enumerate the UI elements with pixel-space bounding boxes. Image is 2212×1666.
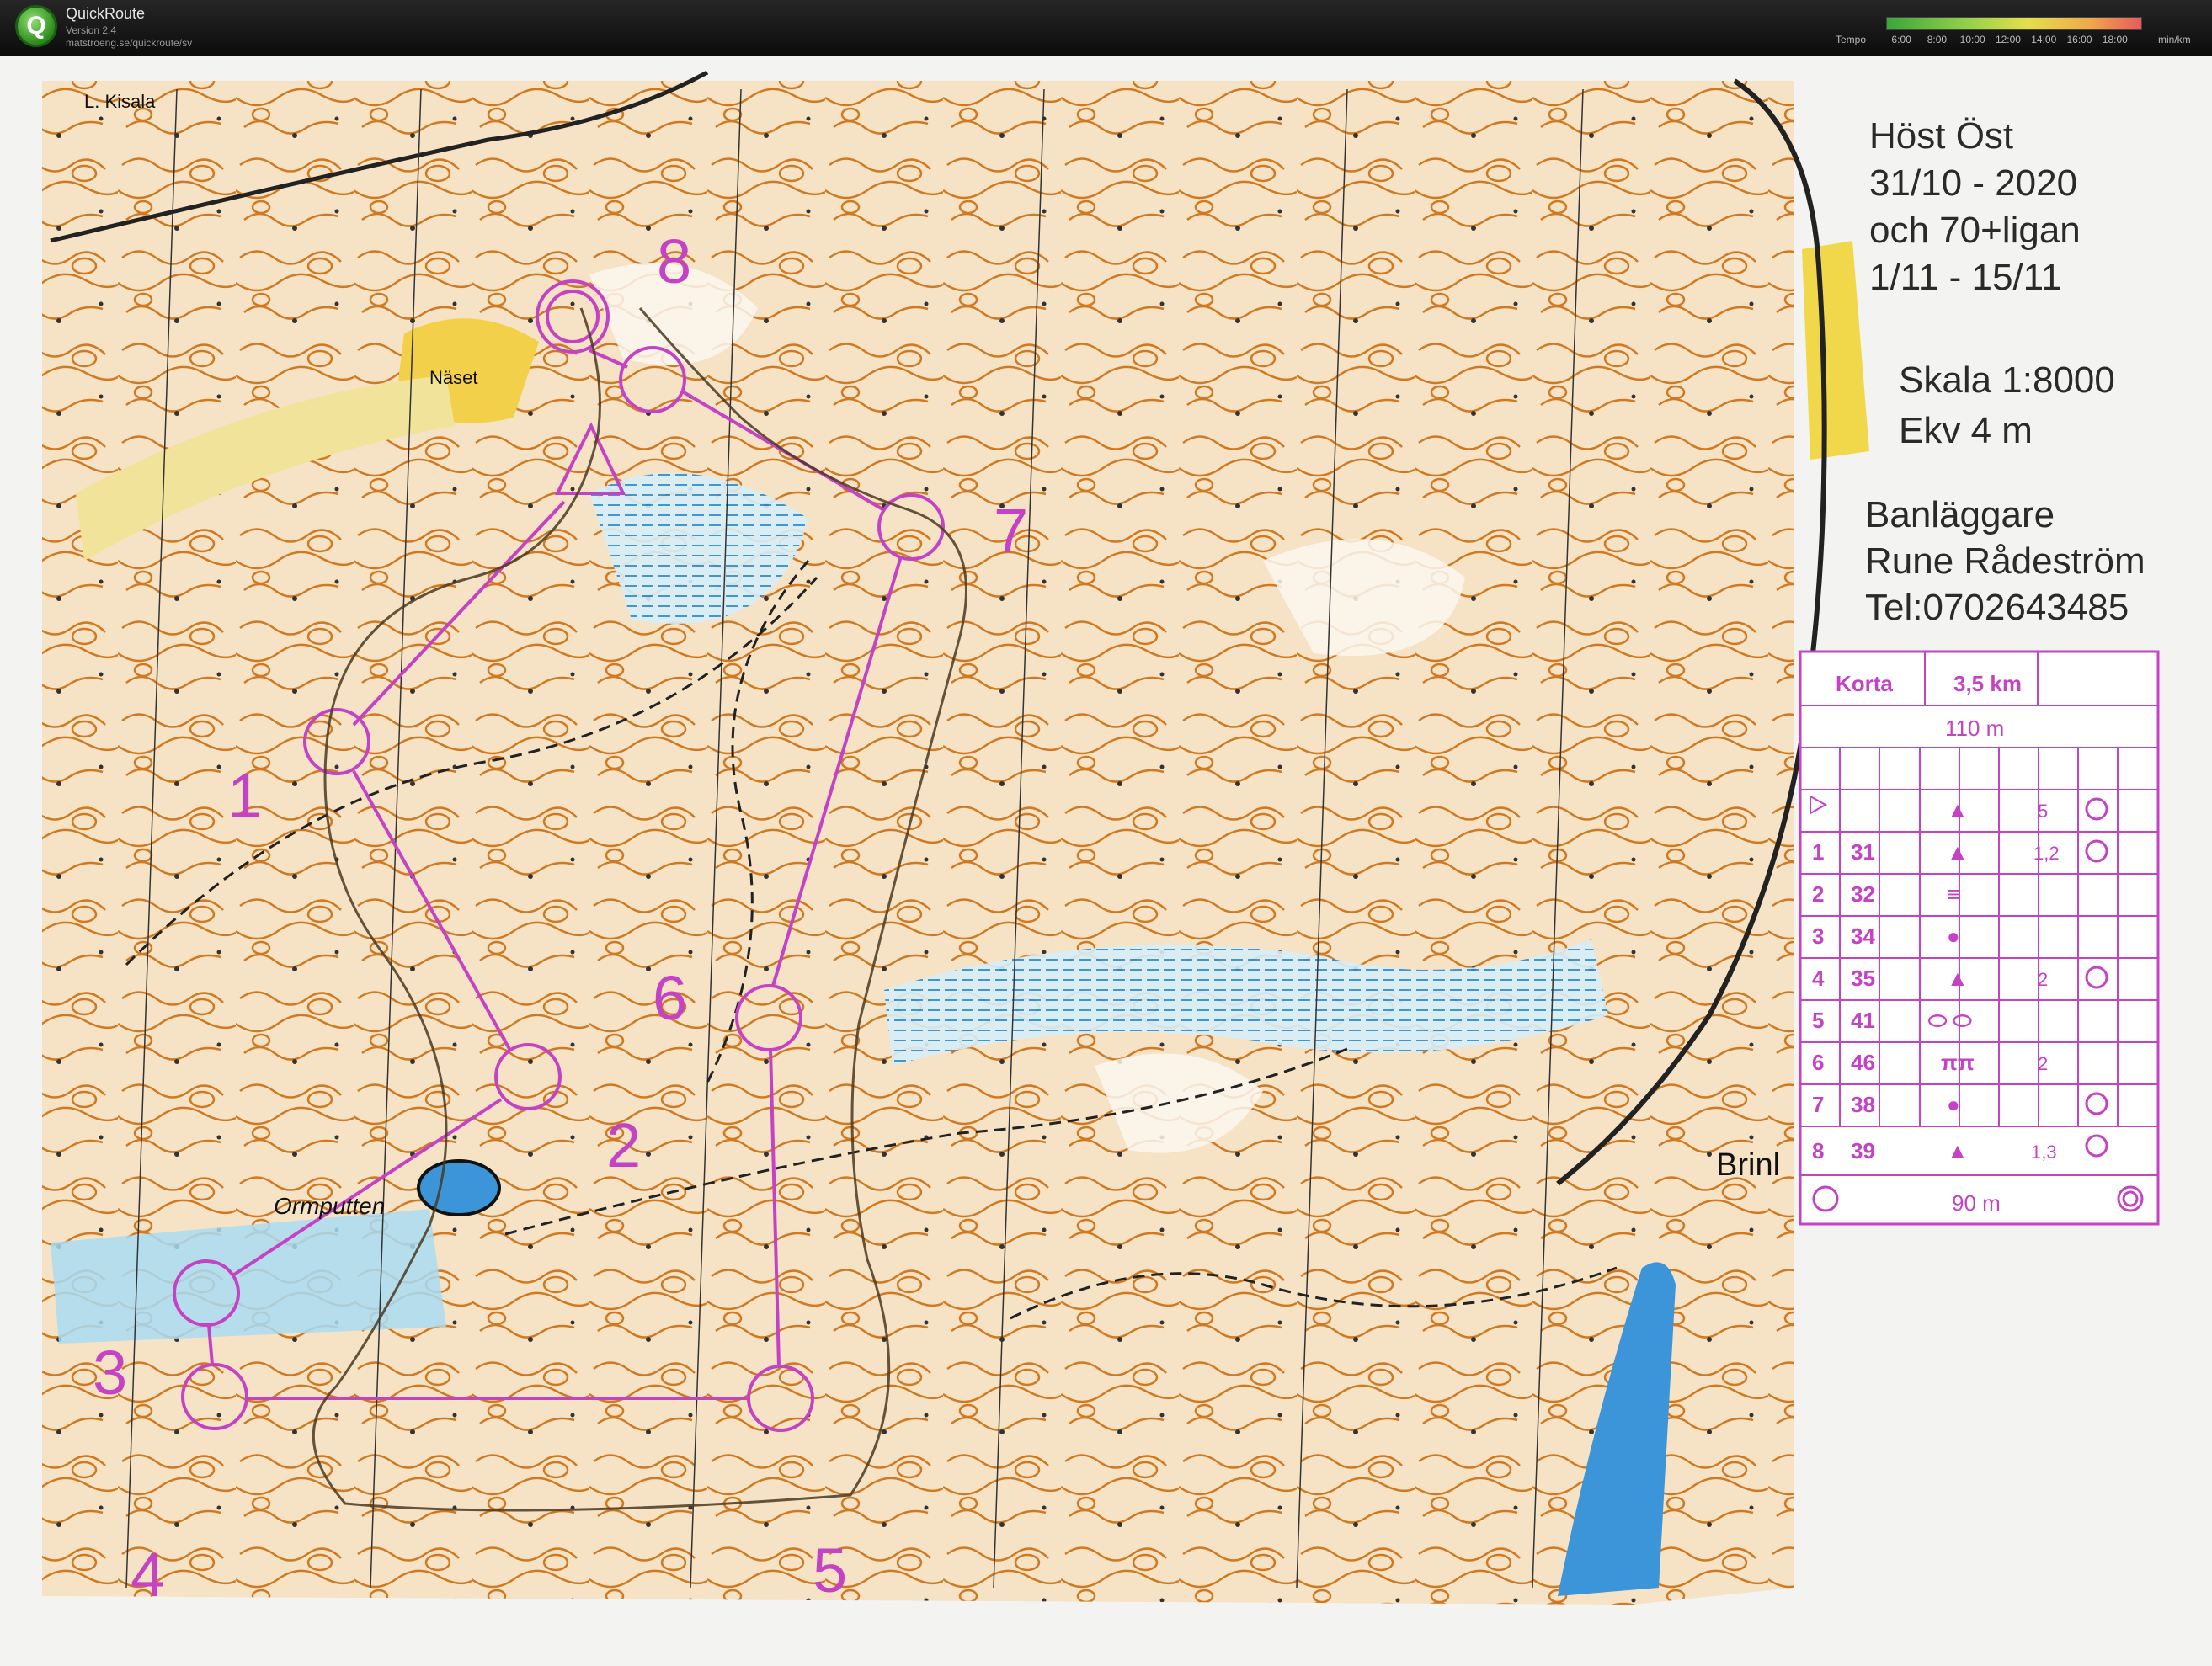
app-name: QuickRoute [66, 5, 146, 22]
terrain-area [42, 81, 1794, 1605]
desc-row-dim: 2 [2038, 969, 2048, 990]
control-number: 2 [606, 1110, 641, 1180]
place-name: Ormputten [274, 1193, 385, 1219]
desc-row-num: 5 [1812, 1008, 1824, 1033]
event-title-line: 31/10 - 2020 [1869, 162, 2077, 204]
control-number: 1 [227, 761, 262, 831]
desc-row-dim: 2 [2038, 1053, 2048, 1074]
control-number: 6 [653, 963, 687, 1033]
tempo-tick: 8:00 [1927, 34, 1948, 45]
place-name: Brinl [1716, 1147, 1780, 1183]
desc-row-num: 4 [1812, 966, 1825, 991]
tempo-tick: 6:00 [1891, 34, 1911, 45]
desc-row-feature: ▲ [1947, 1138, 1969, 1163]
control-number: 4 [131, 1540, 165, 1610]
course-name: Korta [1836, 671, 1893, 696]
control-number: 3 [93, 1338, 127, 1408]
tempo-tick: 10:00 [1959, 34, 1985, 45]
contour-interval: Ekv 4 m [1899, 410, 2033, 451]
desc-row-feature: ▲ [1947, 839, 1969, 865]
desc-row-code: 41 [1851, 1008, 1875, 1033]
desc-row-num: 8 [1812, 1138, 1824, 1163]
desc-row-num: 3 [1812, 923, 1824, 949]
app-url[interactable]: matstroeng.se/quickroute/sv [66, 37, 192, 49]
desc-row-num: 6 [1812, 1050, 1824, 1075]
tempo-unit: min/km [2158, 34, 2191, 45]
quickroute-header: Q QuickRoute Version 2.4 matstroeng.se/q… [0, 0, 2212, 56]
tempo-ticks: 6:00 8:00 10:00 12:00 14:00 16:00 18:00 [1886, 34, 2140, 47]
quickroute-logo: Q [15, 5, 57, 47]
desc-row-code: 32 [1851, 881, 1875, 907]
control-number: 5 [813, 1536, 847, 1605]
desc-row-code: 46 [1851, 1050, 1875, 1075]
place-name: L. Kisala [84, 91, 156, 112]
desc-row-feature: ⬭ ⬭ [1928, 1008, 1972, 1033]
tempo-color-scale [1886, 17, 2142, 30]
event-title-line: Höst Öst [1869, 115, 2013, 157]
desc-row-feature: ● [1947, 923, 1960, 949]
event-title-line: och 70+ligan [1869, 210, 2081, 251]
course-length: 3,5 km [1953, 671, 2022, 696]
setter-label: Banläggare [1865, 494, 2055, 535]
desc-row-dim: 5 [2038, 801, 2048, 822]
finish-distance: 90 m [1952, 1190, 2001, 1216]
app-version: Version 2.4 [66, 24, 117, 36]
map-scale: Skala 1:8000 [1899, 359, 2115, 401]
desc-row-num: 1 [1812, 839, 1824, 865]
desc-row-feature: ▲ [1947, 966, 1969, 991]
desc-row-code: 38 [1851, 1092, 1875, 1117]
control-number: 7 [994, 496, 1028, 566]
desc-row-code: 31 [1851, 839, 1875, 865]
desc-row-feature: ● [1947, 1092, 1960, 1117]
desc-row-num: 7 [1812, 1092, 1824, 1117]
tempo-label: Tempo [1836, 34, 1867, 45]
lake-ormputten [417, 1159, 501, 1216]
tempo-tick: 16:00 [2066, 34, 2092, 45]
desc-row-code: 35 [1851, 966, 1875, 991]
desc-row-num: 2 [1812, 881, 1824, 907]
start-distance: 110 m [1945, 716, 2004, 741]
desc-row-code: 39 [1851, 1138, 1875, 1163]
setter-name: Rune Rådeström [1865, 540, 2145, 582]
control-number: 8 [657, 226, 691, 296]
desc-row-code: 34 [1851, 923, 1875, 949]
place-name: Näset [429, 367, 477, 388]
desc-row-feature: ≡ [1947, 881, 1959, 907]
event-title-line: 1/11 - 15/11 [1869, 257, 2061, 298]
tempo-tick: 12:00 [1995, 34, 2021, 45]
setter-phone: Tel:0702643485 [1865, 587, 2129, 628]
control-description-sheet: Korta 3,5 km 110 m 90 m ▲ 5 1 31 ▲ 1,2 2… [1799, 650, 2160, 1226]
desc-row-feature: ππ [1941, 1050, 1975, 1075]
desc-row-dim: 1,2 [2033, 843, 2060, 864]
desc-row-feature: ▲ [1947, 797, 1969, 822]
orienteering-map[interactable]: 1 2 3 4 5 6 7 8 L. Kisala Näset Ormputte… [0, 56, 2212, 1666]
tempo-tick: 18:00 [2102, 34, 2128, 45]
desc-row-dim: 1,3 [2031, 1142, 2057, 1163]
tempo-tick: 14:00 [2031, 34, 2057, 45]
